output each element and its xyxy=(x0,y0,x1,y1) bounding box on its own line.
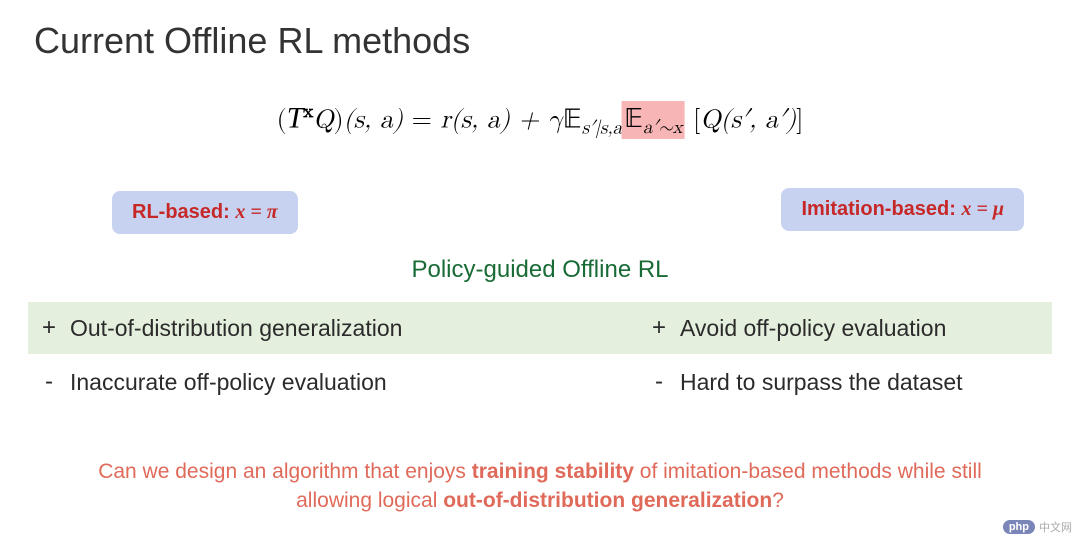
eq-args1: (s, a) xyxy=(344,107,403,133)
eq-E2-sub: a′∼x xyxy=(643,118,683,137)
eq-E1: 𝔼 xyxy=(563,104,582,133)
eq-operator-T: T xyxy=(287,101,304,134)
q-part1: Can we design an algorithm that enjoys xyxy=(98,460,472,483)
pros-right-cell: + Avoid off-policy evaluation xyxy=(638,314,1052,342)
eq-sup-x: x xyxy=(303,102,313,121)
research-question: Can we design an algorithm that enjoys t… xyxy=(80,458,1000,515)
eq-bracket-open: [ xyxy=(685,107,701,133)
pros-left-cell: + Out-of-distribution generalization xyxy=(28,314,638,342)
badge-left-prefix: RL-based: xyxy=(132,201,235,223)
imitation-based-badge: Imitation-based: x = μ xyxy=(781,188,1024,231)
q-bold1: training stability xyxy=(472,460,634,483)
eq-args2: (s′, a′) xyxy=(721,107,797,133)
cons-right-text: Hard to surpass the dataset xyxy=(680,369,963,396)
eq-Q2: Q xyxy=(700,107,720,133)
bellman-equation: (TxQ)(s, a) = r(s, a) + γ𝔼s′|s,a𝔼a′∼x [Q… xyxy=(277,100,804,139)
rl-based-badge: RL-based: x = π xyxy=(112,191,298,234)
plus-sign-right: + xyxy=(638,314,680,342)
eq-equals: = xyxy=(403,107,441,133)
cons-left-cell: - Inaccurate off-policy evaluation xyxy=(28,368,638,396)
eq-E1-sub: s′|s,a xyxy=(582,118,622,137)
badge-right-eq: x = μ xyxy=(961,198,1004,220)
plus-sign-left: + xyxy=(28,314,70,342)
q-part3: ? xyxy=(772,489,784,512)
eq-rparen: ) xyxy=(334,107,344,133)
php-logo: php xyxy=(1003,520,1035,534)
highlighted-expectation: 𝔼a′∼x xyxy=(622,101,684,139)
cons-left-text: Inaccurate off-policy evaluation xyxy=(70,369,387,396)
badge-left-eq: x = π xyxy=(235,201,277,223)
page-title: Current Offline RL methods xyxy=(34,20,470,62)
pros-left-text: Out-of-distribution generalization xyxy=(70,315,402,342)
eq-gamma: γ xyxy=(548,107,563,133)
eq-Q: Q xyxy=(313,107,333,133)
watermark-text: 中文网 xyxy=(1039,519,1072,535)
pros-right-text: Avoid off-policy evaluation xyxy=(680,315,946,342)
eq-bracket-close: ] xyxy=(796,107,803,133)
eq-E2: 𝔼 xyxy=(624,104,643,133)
eq-r-term: r(s, a) + xyxy=(441,107,548,133)
cons-right-cell: - Hard to surpass the dataset xyxy=(638,368,1052,396)
pros-row: + Out-of-distribution generalization + A… xyxy=(28,302,1052,354)
q-bold2: out-of-distribution generalization xyxy=(443,489,772,512)
subtitle: Policy-guided Offline RL xyxy=(411,256,668,284)
minus-sign-right: - xyxy=(638,368,680,396)
badge-right-prefix: Imitation-based: xyxy=(801,198,961,220)
watermark: php 中文网 xyxy=(1003,519,1072,535)
minus-sign-left: - xyxy=(28,368,70,396)
cons-row: - Inaccurate off-policy evaluation - Har… xyxy=(28,368,1052,396)
eq-lparen: ( xyxy=(277,107,287,133)
